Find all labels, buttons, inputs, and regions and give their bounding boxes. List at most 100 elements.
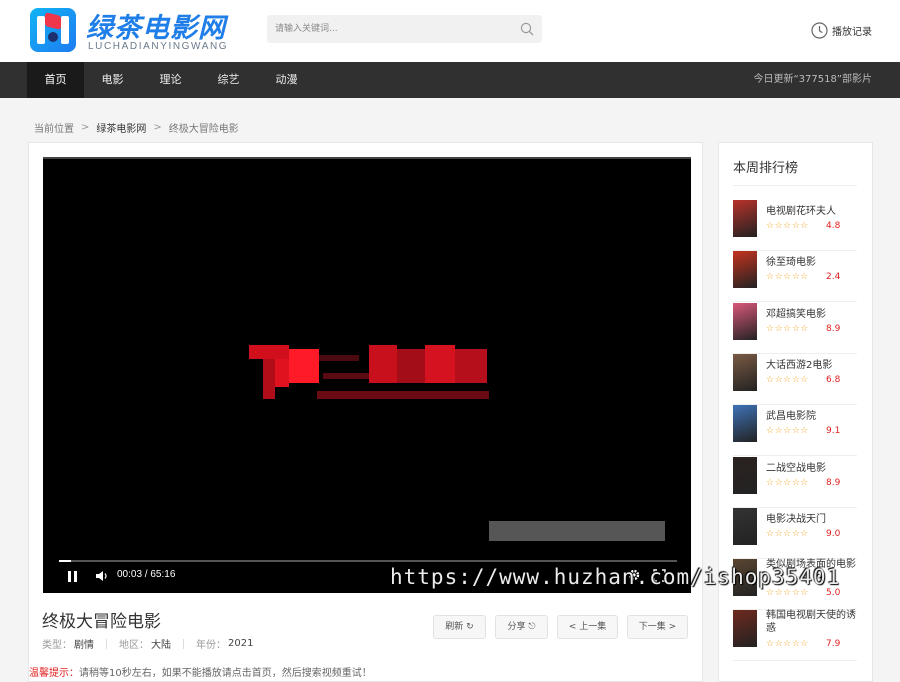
star-rating-icon: ☆☆☆☆☆ xyxy=(766,374,809,385)
site-logo[interactable]: 绿茶电影网 LUCHADIANYINGWANG xyxy=(30,8,230,54)
ranking-item[interactable]: 韩国电视剧天使的诱惑 ☆☆☆☆☆ 7.9 xyxy=(733,609,858,662)
star-rating-icon: ☆☆☆☆☆ xyxy=(766,477,809,488)
next-episode-label: 下一集 xyxy=(638,622,666,632)
breadcrumb-current: 终极大冒险电影 xyxy=(168,124,239,135)
volume-icon[interactable] xyxy=(95,569,109,583)
ranking-item-score: 9.0 xyxy=(826,528,841,539)
region-value[interactable]: 大陆 xyxy=(151,636,171,651)
nav-item-variety[interactable]: 综艺 xyxy=(200,62,257,98)
year-value[interactable]: 2021 xyxy=(228,638,253,649)
history-label: 播放记录 xyxy=(832,26,872,38)
ranking-item[interactable]: 二战空战电影 ☆☆☆☆☆ 8.9 xyxy=(733,456,858,508)
ranking-item[interactable]: 徐至琦电影 ☆☆☆☆☆ 2.4 xyxy=(733,251,858,303)
video-frame-block xyxy=(397,349,425,383)
movie-poster[interactable] xyxy=(733,507,757,545)
movie-poster[interactable] xyxy=(733,456,757,494)
update-count: 今日更新“377518”部影片 xyxy=(753,74,872,85)
ranking-item-score: 9.1 xyxy=(826,426,841,437)
chevron-right-icon: > xyxy=(153,122,162,133)
movie-poster[interactable] xyxy=(733,353,757,391)
video-frame-block xyxy=(263,359,275,399)
prev-episode-button[interactable]: < 上一集 xyxy=(557,615,618,639)
search-icon[interactable] xyxy=(520,22,534,36)
ranking-item[interactable]: 邓超搞笑电影 ☆☆☆☆☆ 8.9 xyxy=(733,302,858,354)
ranking-item-name[interactable]: 武昌电影院 xyxy=(766,410,858,423)
pause-icon[interactable] xyxy=(67,571,79,583)
player-panel: 00:03 / 65:16 终极大冒险电影 类型： 剧情 地区： 大陆 年份： … xyxy=(28,142,703,682)
video-progress-bar[interactable] xyxy=(59,560,677,562)
video-frame-block xyxy=(489,521,665,541)
main-nav: 首页 电影 理论 综艺 动漫 今日更新“377518”部影片 xyxy=(0,62,900,98)
ranking-item[interactable]: 电影决战天门 ☆☆☆☆☆ 9.0 xyxy=(733,507,858,559)
movie-poster[interactable] xyxy=(733,405,757,443)
video-frame-block xyxy=(289,349,319,383)
ranking-item[interactable]: 电视剧花环夫人 ☆☆☆☆☆ 4.8 xyxy=(733,200,857,251)
ranking-item-score: 2.4 xyxy=(826,272,841,283)
logo-subtitle: LUCHADIANYINGWANG xyxy=(88,41,229,52)
logo-mark-icon xyxy=(30,8,76,52)
refresh-label: 刷新 xyxy=(445,622,464,632)
nav-item-anime[interactable]: 动漫 xyxy=(258,62,315,98)
video-progress-fill xyxy=(59,560,72,562)
ranking-item-score: 4.8 xyxy=(826,221,841,231)
share-icon: ⎋ xyxy=(528,622,536,632)
nav-item-movie[interactable]: 电影 xyxy=(84,62,141,98)
movie-title: 终极大冒险电影 xyxy=(42,612,161,632)
prev-episode-label: 上一集 xyxy=(579,622,607,632)
history-link[interactable]: 播放记录 xyxy=(811,21,872,39)
video-frame-block xyxy=(275,359,289,387)
star-rating-icon: ☆☆☆☆☆ xyxy=(766,528,809,539)
ranking-item[interactable]: 大话西游2电影 ☆☆☆☆☆ 6.8 xyxy=(733,353,858,405)
ranking-item-score: 8.9 xyxy=(826,323,841,334)
video-player[interactable]: 00:03 / 65:16 xyxy=(43,157,691,593)
star-rating-icon: ☆☆☆☆☆ xyxy=(766,588,809,599)
movie-meta: 类型： 剧情 地区： 大陆 年份： 2021 xyxy=(42,636,253,651)
ranking-item[interactable]: 武昌电影院 ☆☆☆☆☆ 9.1 xyxy=(733,405,858,457)
ranking-item-name[interactable]: 二战空战电影 xyxy=(766,462,858,475)
refresh-button[interactable]: 刷新 ↻ xyxy=(433,615,486,639)
movie-poster[interactable] xyxy=(733,302,757,340)
ranking-item-name[interactable]: 邓超搞笑电影 xyxy=(766,308,858,321)
ranking-divider xyxy=(733,185,857,186)
year-label: 年份： xyxy=(196,640,226,651)
video-frame-block xyxy=(323,373,369,379)
share-button[interactable]: 分享 ⎋ xyxy=(495,615,548,639)
ranking-item-name[interactable]: 大话西游2电影 xyxy=(766,359,858,372)
star-rating-icon: ☆☆☆☆☆ xyxy=(766,221,809,231)
chevron-left-icon: < xyxy=(568,622,577,632)
ranking-title: 本周排行榜 xyxy=(733,161,799,176)
chevron-right-icon: > xyxy=(668,622,677,632)
clock-icon xyxy=(811,21,828,39)
ranking-item-name[interactable]: 徐至琦电影 xyxy=(766,256,858,269)
nav-item-theory[interactable]: 理论 xyxy=(142,62,199,98)
ranking-item-name[interactable]: 电影决战天门 xyxy=(766,513,858,526)
video-time: 00:03 / 65:16 xyxy=(117,569,176,580)
meta-divider xyxy=(183,638,184,649)
ranking-item-score: 6.8 xyxy=(826,374,841,385)
tip-text: 请稍等10秒左右，如果不能播放请点击首页，然后搜索视频重试！ xyxy=(79,668,372,679)
ranking-item-score: 5.0 xyxy=(826,588,841,599)
breadcrumb-home[interactable]: 绿茶电影网 xyxy=(96,120,146,135)
movie-poster[interactable] xyxy=(733,200,757,237)
movie-poster[interactable] xyxy=(733,251,757,289)
region-label: 地区： xyxy=(119,640,149,651)
ranking-item-name[interactable]: 电视剧花环夫人 xyxy=(766,205,858,218)
next-episode-button[interactable]: 下一集 > xyxy=(627,615,688,639)
star-rating-icon: ☆☆☆☆☆ xyxy=(766,272,809,283)
star-rating-icon: ☆☆☆☆☆ xyxy=(766,426,809,437)
nav-item-home[interactable]: 首页 xyxy=(27,62,84,98)
meta-divider xyxy=(106,638,107,649)
type-value[interactable]: 剧情 xyxy=(74,636,94,651)
star-rating-icon: ☆☆☆☆☆ xyxy=(766,639,809,650)
video-frame-block xyxy=(455,349,487,383)
logo-title: 绿茶电影网 xyxy=(86,13,226,44)
ranking-item-name[interactable]: 韩国电视剧天使的诱惑 xyxy=(766,609,858,635)
site-header: 绿茶电影网 LUCHADIANYINGWANG 播放记录 xyxy=(0,0,900,62)
search-input[interactable] xyxy=(267,15,507,43)
weekly-ranking: 本周排行榜 电视剧花环夫人 ☆☆☆☆☆ 4.8 徐至琦电影 ☆☆☆☆☆ 2.4 邓超搞笑电影… xyxy=(718,142,873,682)
movie-poster[interactable] xyxy=(733,610,757,648)
refresh-icon: ↻ xyxy=(466,622,474,632)
ranking-item-score: 7.9 xyxy=(826,639,841,650)
video-frame-block xyxy=(425,345,455,383)
breadcrumb-prefix: 当前位置 xyxy=(34,124,74,135)
